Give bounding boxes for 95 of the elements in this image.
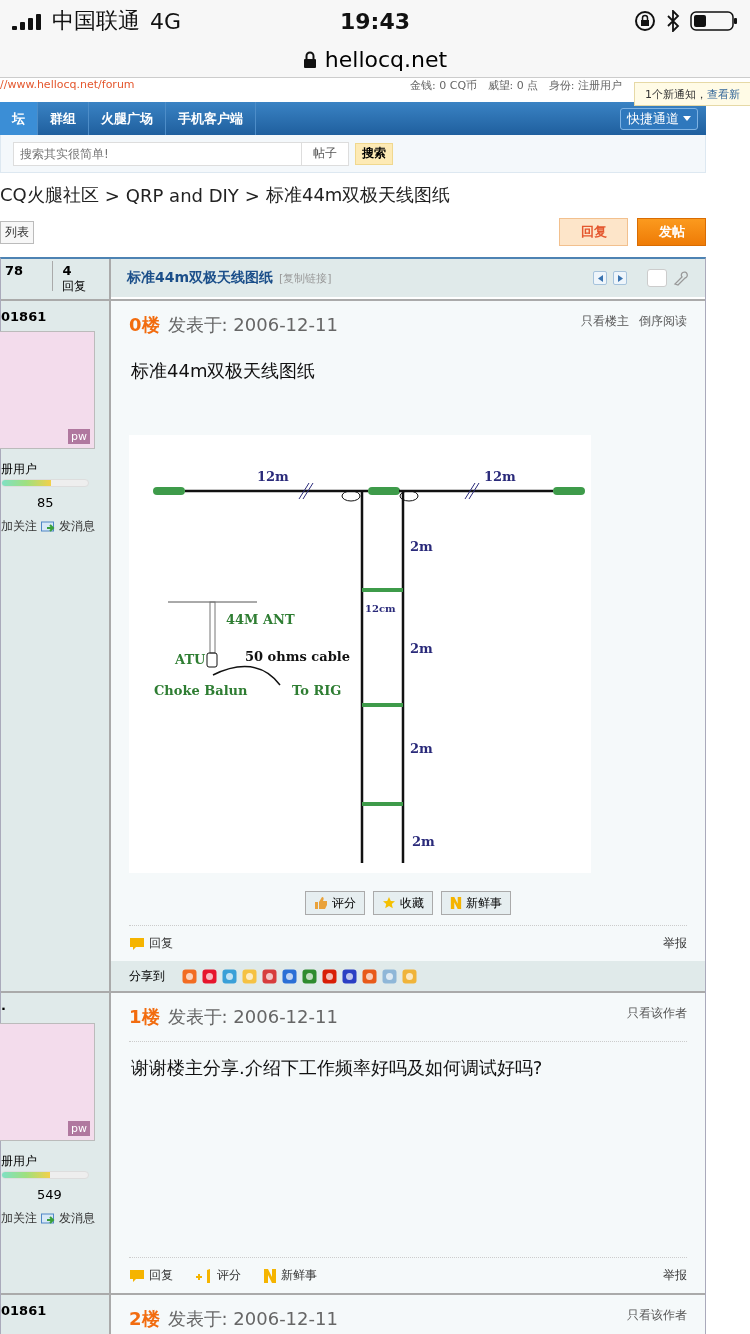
diagram-label: 2m — [410, 641, 433, 656]
post-filter-link[interactable]: 倒序阅读 — [639, 313, 687, 330]
diagram-label: ATU — [175, 652, 206, 667]
carrier-name: 中国联通 — [52, 7, 140, 35]
envelope-icon — [41, 520, 55, 533]
right-triangle-icon — [617, 274, 623, 282]
star-icon — [382, 896, 396, 910]
post-action-button[interactable]: 新鲜事 — [441, 891, 511, 915]
notification-text: 1个新通知， — [645, 86, 707, 102]
diagram-label: 12m — [257, 469, 289, 484]
left-triangle-icon — [597, 274, 603, 282]
reply-count: 4 — [62, 263, 73, 278]
diagram-label: 2m — [410, 741, 433, 756]
share-site-icon[interactable] — [262, 968, 277, 984]
post-date: 发表于: 2006-12-11 — [167, 1005, 338, 1029]
rotation-lock-icon — [634, 10, 656, 32]
quick-menu-button[interactable]: 快捷通道 — [620, 107, 698, 130]
post-footer-link[interactable]: 评分 — [195, 1267, 241, 1284]
username[interactable]: 01861 — [1, 309, 109, 331]
breadcrumb-separator: > — [104, 184, 120, 206]
floor-number: 2楼 — [129, 1307, 160, 1331]
post-action-button[interactable]: 评分 — [305, 891, 365, 915]
clock-time: 19:43 — [339, 8, 411, 34]
share-site-icon[interactable] — [302, 968, 317, 984]
network-type: 4G — [150, 8, 182, 34]
post-date: 发表于: 2006-12-11 — [167, 1307, 338, 1331]
report-link[interactable]: 举报 — [663, 935, 687, 952]
post-footer-link[interactable]: 回复 — [129, 1267, 173, 1284]
reply-count-label: 回复 — [62, 278, 88, 295]
post-body: 谢谢楼主分享.介绍下工作频率好吗及如何调试好吗? — [129, 1041, 687, 1257]
bluetooth-icon — [666, 10, 680, 32]
wrench-icon[interactable] — [673, 270, 689, 286]
view-count: 78 — [5, 263, 25, 278]
previous-button[interactable] — [593, 271, 607, 285]
share-site-icon[interactable] — [342, 968, 357, 984]
url-domain[interactable]: hellocq.net — [324, 47, 448, 72]
caret-icon — [683, 116, 691, 121]
next-button[interactable] — [613, 271, 627, 285]
breadcrumb-link[interactable]: QRP and DIY — [125, 184, 239, 206]
diagram-label: 50 ohms cable — [245, 649, 350, 664]
follow-link[interactable]: 加关注 — [1, 518, 37, 535]
post-action-button[interactable]: 收藏 — [373, 891, 433, 915]
post-body: 标准44m双极天线图纸 — [130, 359, 317, 383]
avatar-watermark: pw — [68, 1121, 90, 1136]
diagram-label: 2m — [412, 834, 435, 849]
diagram-label: To RIG — [292, 683, 342, 698]
diagram-label: 44M ANT — [226, 612, 295, 627]
post-filter-link[interactable]: 只看该作者 — [627, 1307, 687, 1324]
share-site-icon[interactable] — [362, 968, 377, 984]
lock-icon — [302, 50, 317, 69]
site-link[interactable]: //www.hellocq.net/forum — [0, 78, 135, 91]
diagram-label: 2m — [410, 539, 433, 554]
envelope-icon — [41, 1212, 55, 1225]
breadcrumb-link[interactable]: 标准44m双极天线图纸 — [265, 183, 451, 207]
battery-icon — [690, 10, 738, 32]
user-group: 册用户 — [1, 461, 109, 479]
share-site-icon[interactable] — [202, 968, 217, 984]
post-count: 549 — [36, 1187, 63, 1202]
floor-number: 1楼 — [129, 1005, 160, 1029]
post-footer-link[interactable]: 新鲜事 — [263, 1267, 317, 1284]
report-link[interactable]: 举报 — [663, 1267, 687, 1284]
diagram-label: 12cm — [365, 603, 396, 614]
post-date: 发表于: 2006-12-11 — [167, 313, 338, 337]
breadcrumb-link[interactable]: CQ火腿社区 — [0, 183, 99, 207]
follow-link[interactable]: 加关注 — [1, 1210, 37, 1227]
checkbox[interactable] — [647, 269, 667, 287]
notification-link[interactable]: 查看新 — [707, 86, 740, 102]
message-link[interactable]: 发消息 — [59, 1210, 95, 1227]
search-button[interactable]: 搜索 — [355, 142, 393, 165]
breadcrumb-separator: > — [244, 184, 260, 206]
thumbs-up-icon — [314, 896, 328, 910]
diagram-label: Choke Balun — [154, 683, 248, 698]
n-icon — [450, 896, 462, 910]
message-link[interactable]: 发消息 — [59, 518, 95, 535]
search-field[interactable]: 搜索其实很简单! 帖子 — [13, 141, 349, 166]
post-count: 85 — [36, 495, 55, 510]
username[interactable]: · — [1, 1001, 109, 1023]
avatar-watermark: pw — [68, 429, 90, 444]
share-site-icon[interactable] — [282, 968, 297, 984]
plus-one-icon — [195, 1267, 213, 1284]
share-site-icon[interactable] — [322, 968, 337, 984]
speech-bubble-icon — [129, 936, 145, 951]
n-icon — [263, 1267, 277, 1284]
post-filter-link[interactable]: 只看该作者 — [627, 1005, 687, 1022]
floor-number: 0楼 — [129, 313, 160, 337]
post-filter-link[interactable]: 只看楼主 — [581, 313, 629, 330]
thread-title: 标准44m双极天线图纸 — [127, 269, 274, 287]
speech-bubble-icon — [129, 1268, 145, 1283]
signal-icon — [12, 12, 42, 30]
diagram-label: 12m — [484, 469, 516, 484]
user-info: 金钱: 0 CQ币 威望: 0 点 身份: 注册用户 — [410, 78, 622, 93]
back-to-list-button[interactable]: 列表 — [0, 220, 34, 244]
user-group: 册用户 — [1, 1153, 109, 1171]
post-footer-link[interactable]: 回复 — [129, 935, 173, 952]
share-label: 分享到 — [129, 967, 165, 985]
